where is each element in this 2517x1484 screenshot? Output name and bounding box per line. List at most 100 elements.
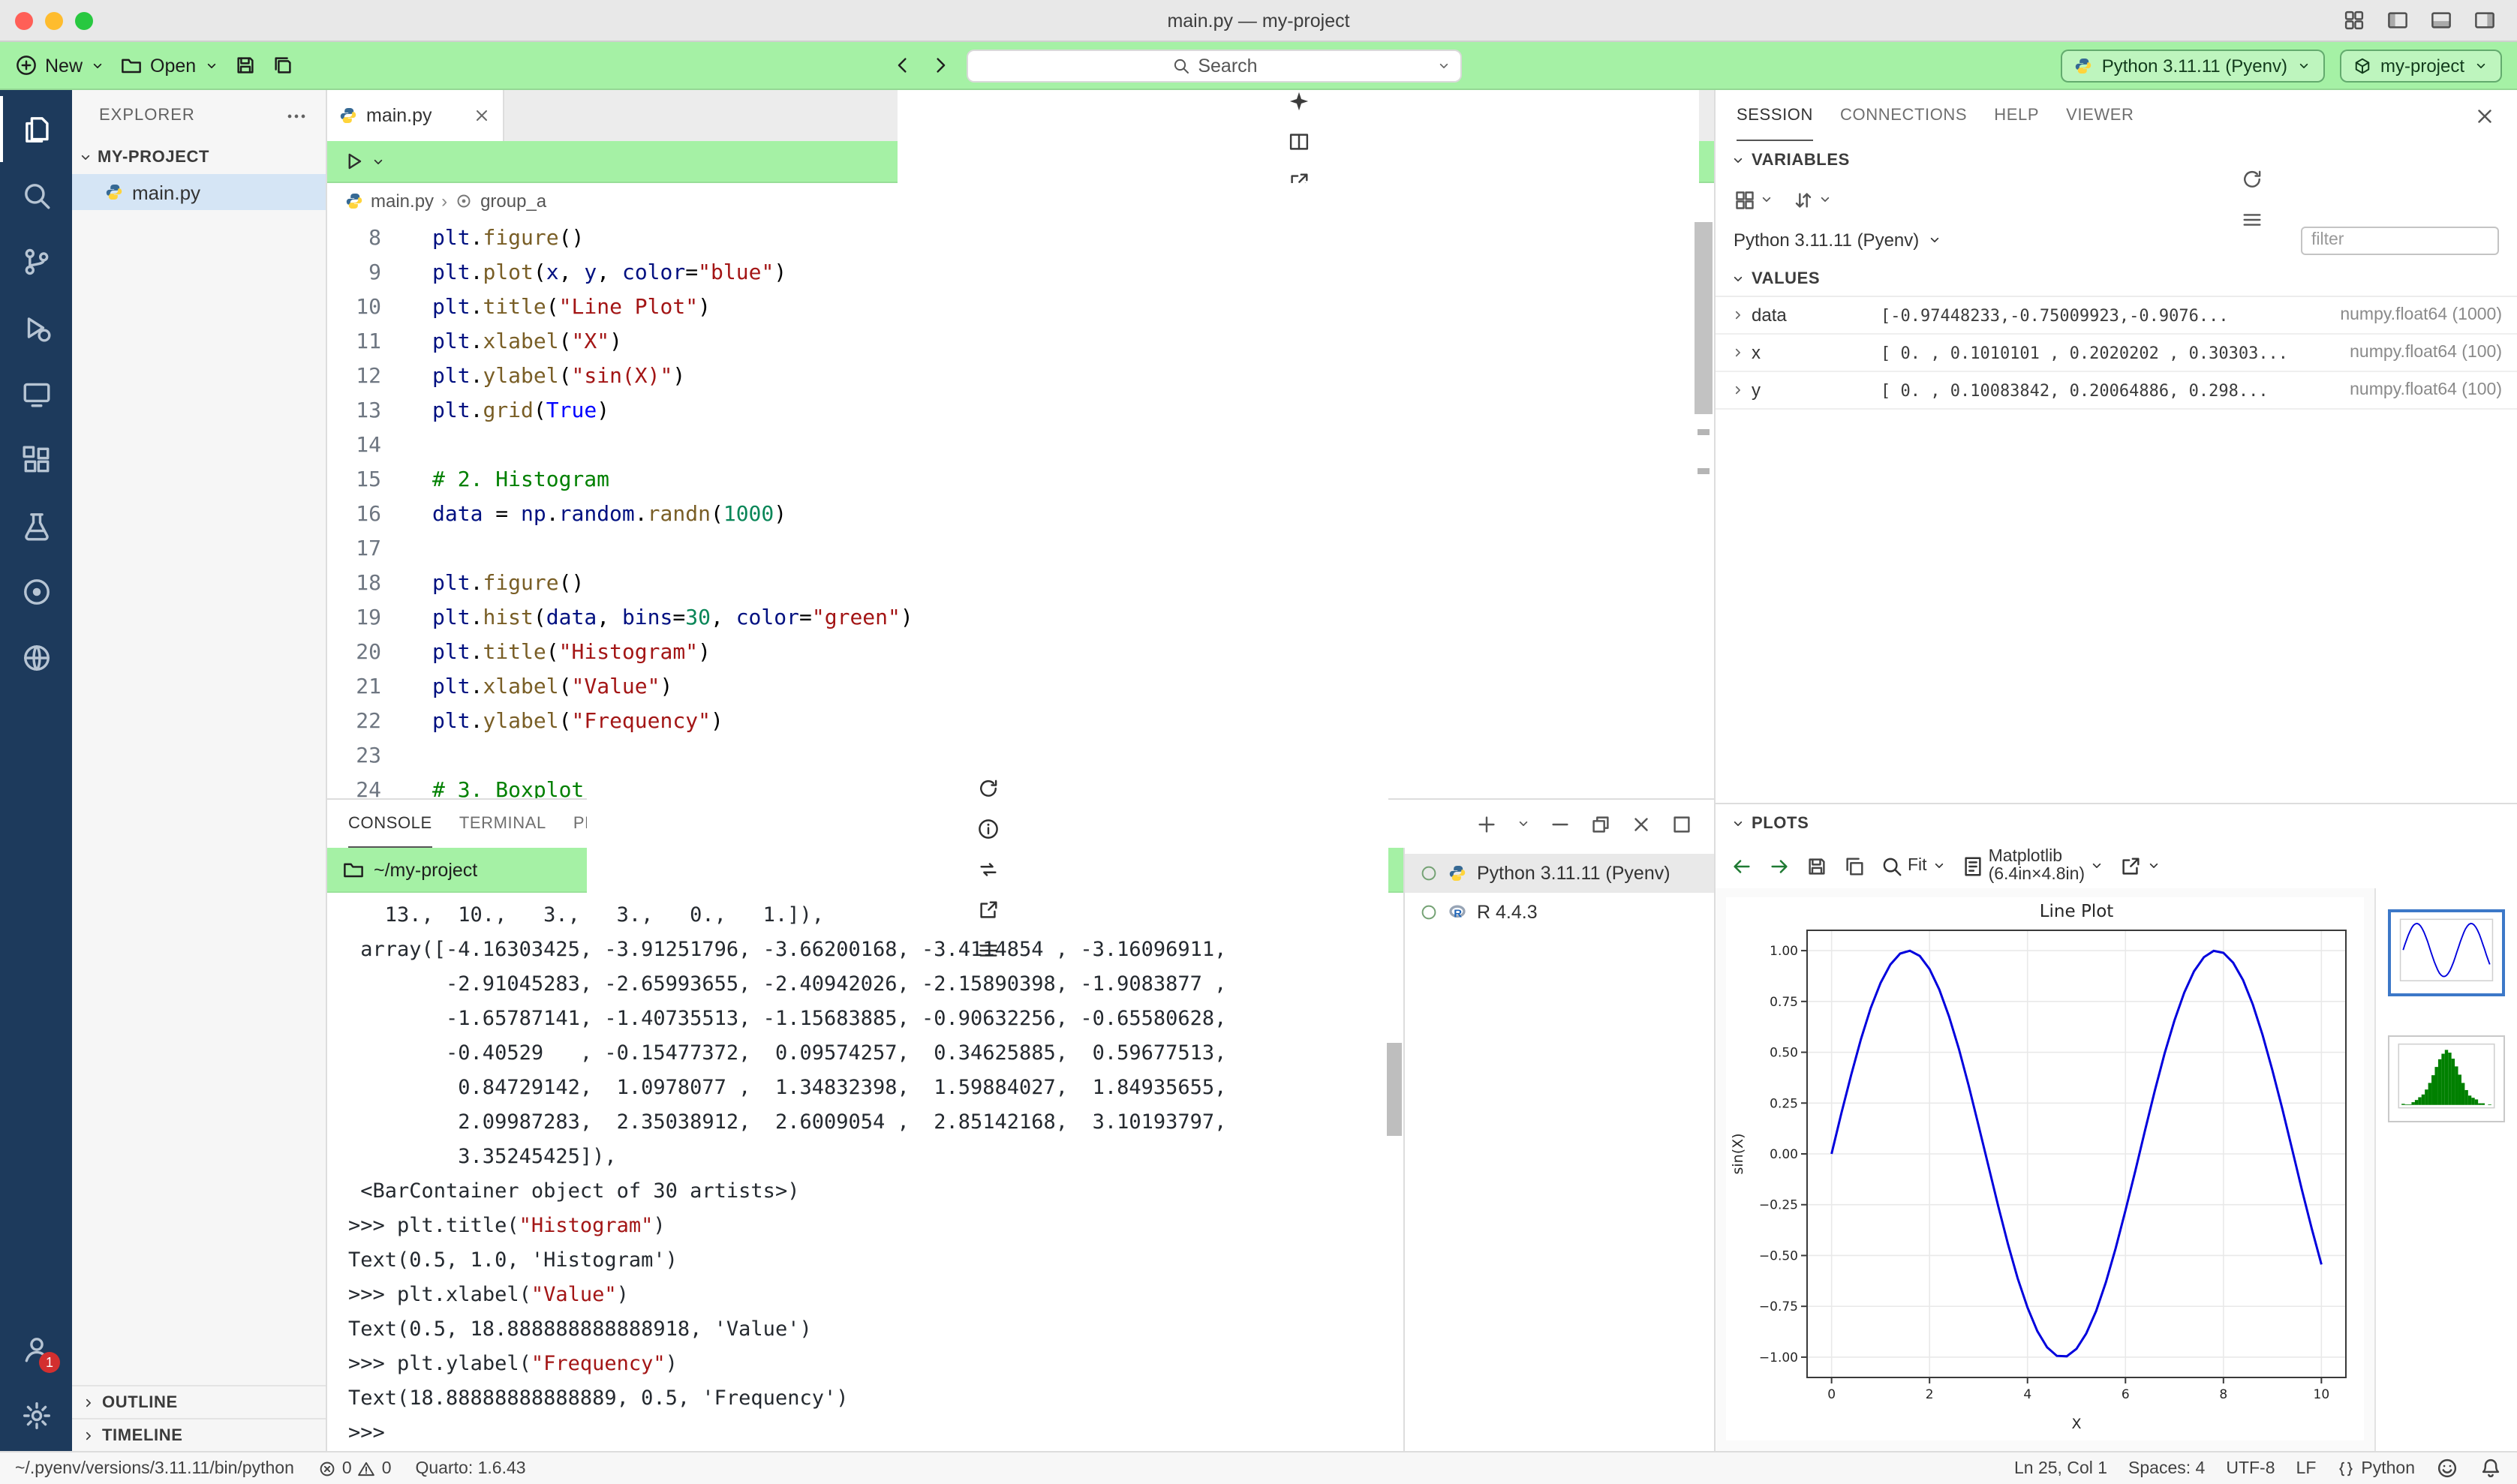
code-line[interactable] (432, 429, 1714, 464)
breadcrumb-file[interactable]: main.py (371, 191, 434, 212)
plot-thumbnail-histogram[interactable] (2388, 1035, 2505, 1122)
accounts-button[interactable]: 1 (0, 1316, 72, 1382)
editor-scrollbar[interactable] (1693, 219, 1714, 798)
code-line[interactable]: plt.title("Line Plot") (432, 291, 1714, 326)
run-file-icon[interactable] (342, 150, 365, 173)
activity-search[interactable] (0, 162, 72, 228)
tab-session[interactable]: SESSION (1737, 90, 1813, 141)
activity-remote-explorer[interactable] (0, 360, 72, 426)
session-python[interactable]: Python 3.11.11 (Pyenv) (1405, 854, 1714, 893)
eol-sequence[interactable]: LF (2296, 1459, 2317, 1477)
open-plot-window-button[interactable] (2119, 855, 2161, 877)
project-selector-button[interactable]: my-project (2340, 49, 2502, 82)
plot-size-button[interactable]: Matplotlib (6.4in×4.8in) (1962, 848, 2105, 884)
minimize-window-button[interactable] (45, 11, 63, 29)
code-line[interactable]: plt.hist(data, bins=30, color="green") (432, 602, 1714, 636)
zoom-window-button[interactable] (75, 11, 93, 29)
sort-button[interactable] (1792, 188, 1833, 211)
values-header[interactable]: VALUES (1716, 261, 2517, 297)
code-editor[interactable]: 89101112131415161718192021222324 plt.fig… (327, 219, 1714, 798)
close-window-button[interactable] (15, 11, 33, 29)
indentation[interactable]: Spaces: 4 (2128, 1459, 2205, 1477)
code-line[interactable]: plt.xlabel("X") (432, 326, 1714, 360)
activity-testing[interactable] (0, 492, 72, 558)
close-icon[interactable] (2473, 104, 2496, 127)
close-panel-icon[interactable] (1630, 813, 1652, 835)
activity-extensions[interactable] (0, 426, 72, 492)
tab-viewer[interactable]: VIEWER (2066, 90, 2134, 141)
code-line[interactable]: plt.figure() (432, 567, 1714, 602)
close-icon[interactable] (473, 107, 491, 125)
breadcrumb-symbol[interactable]: group_a (480, 191, 546, 212)
activity-run-debug[interactable] (0, 294, 72, 360)
cursor-position[interactable]: Ln 25, Col 1 (2014, 1459, 2107, 1477)
variables-filter-input[interactable] (2301, 226, 2499, 254)
encoding[interactable]: UTF-8 (2226, 1459, 2275, 1477)
chevron-down-icon[interactable] (1516, 816, 1531, 831)
panel-tab-console[interactable]: CONSOLE (348, 800, 432, 848)
tab-main-py[interactable]: main.py (327, 90, 504, 141)
copy-plot-icon[interactable] (1843, 855, 1866, 877)
plot-thumbnail-line[interactable] (2388, 909, 2505, 996)
python-interpreter-path[interactable]: ~/.pyenv/versions/3.11.11/bin/python (15, 1459, 294, 1477)
problems-indicator[interactable]: 0 0 (318, 1459, 392, 1477)
file-main-py[interactable]: main.py (72, 174, 326, 210)
code-line[interactable]: plt.ylabel("sin(X)") (432, 360, 1714, 395)
breadcrumb[interactable]: main.py › group_a (327, 183, 1714, 219)
sparkle-icon[interactable] (1287, 89, 1310, 112)
explorer-root-folder[interactable]: MY-PROJECT (72, 141, 326, 174)
expand-icon[interactable] (1725, 383, 1752, 398)
console-scrollbar-thumb[interactable] (1387, 1043, 1402, 1136)
expand-icon[interactable] (1725, 345, 1752, 360)
runtime-label[interactable]: Python 3.11.11 (Pyenv) (1734, 230, 1919, 251)
new-button[interactable]: New (15, 54, 105, 77)
next-plot-icon[interactable] (1768, 855, 1791, 877)
notifications-bell-icon[interactable] (2479, 1457, 2502, 1479)
activity-globe[interactable] (0, 624, 72, 690)
feedback-icon[interactable] (2436, 1457, 2458, 1479)
outline-section[interactable]: OUTLINE (72, 1385, 326, 1418)
chevron-down-icon[interactable] (371, 154, 386, 169)
minimize-panel-icon[interactable] (1549, 813, 1571, 835)
tab-connections[interactable]: CONNECTIONS (1840, 90, 1967, 141)
code-line[interactable]: plt.figure() (432, 222, 1714, 257)
navigate-back-icon[interactable] (892, 54, 915, 77)
toggle-secondary-sidebar-icon[interactable] (2473, 9, 2496, 32)
view-mode-button[interactable] (1734, 188, 1774, 211)
save-all-icon[interactable] (271, 54, 293, 77)
console-output[interactable]: 13., 10., 3., 3., 0., 1.]), array([-4.16… (327, 893, 1403, 1451)
customize-layout-icon[interactable] (2343, 9, 2365, 32)
add-console-icon[interactable] (1475, 813, 1498, 835)
tab-help[interactable]: HELP (1994, 90, 2039, 141)
code-line[interactable]: plt.xlabel("Value") (432, 671, 1714, 705)
restore-panel-icon[interactable] (1589, 813, 1612, 835)
variable-row-x[interactable]: x[ 0. , 0.1010101 , 0.2020202 , 0.30303.… (1716, 335, 2517, 372)
search-input[interactable]: Search (967, 49, 1463, 82)
code-line[interactable]: plt.plot(x, y, color="blue") (432, 257, 1714, 291)
editor-code[interactable]: plt.figure()plt.plot(x, y, color="blue")… (393, 219, 1714, 798)
toggle-sidebar-icon[interactable] (2386, 9, 2409, 32)
maximize-panel-icon[interactable] (1670, 813, 1693, 835)
expand-icon[interactable] (1725, 308, 1752, 323)
more-actions-icon[interactable] (285, 104, 308, 127)
panel-tab-terminal[interactable]: TERMINAL (459, 800, 546, 848)
timeline-section[interactable]: TIMELINE (72, 1418, 326, 1451)
activity-source-control[interactable] (0, 228, 72, 294)
console-pane[interactable]: ~/my-project 13., 10., 3., 3., 0., 1.]),… (327, 848, 1403, 1451)
activity-explorer[interactable] (0, 96, 72, 162)
code-line[interactable]: plt.grid(True) (432, 395, 1714, 429)
chevron-down-icon[interactable] (1926, 233, 1941, 248)
info-icon[interactable] (976, 818, 999, 840)
swap-icon[interactable] (976, 858, 999, 881)
variable-row-y[interactable]: y[ 0. , 0.10083842, 0.20064886, 0.298...… (1716, 372, 2517, 410)
code-line[interactable]: # 2. Histogram (432, 464, 1714, 498)
zoom-fit-button[interactable]: Fit (1881, 855, 1947, 877)
previous-plot-icon[interactable] (1731, 855, 1753, 877)
navigate-forward-icon[interactable] (930, 54, 952, 77)
code-line[interactable]: plt.title("Histogram") (432, 636, 1714, 671)
code-line[interactable] (432, 740, 1714, 774)
language-mode[interactable]: Python (2337, 1459, 2415, 1477)
restart-icon[interactable] (976, 777, 999, 800)
code-line[interactable] (432, 533, 1714, 567)
scrollbar-thumb[interactable] (1695, 222, 1713, 414)
